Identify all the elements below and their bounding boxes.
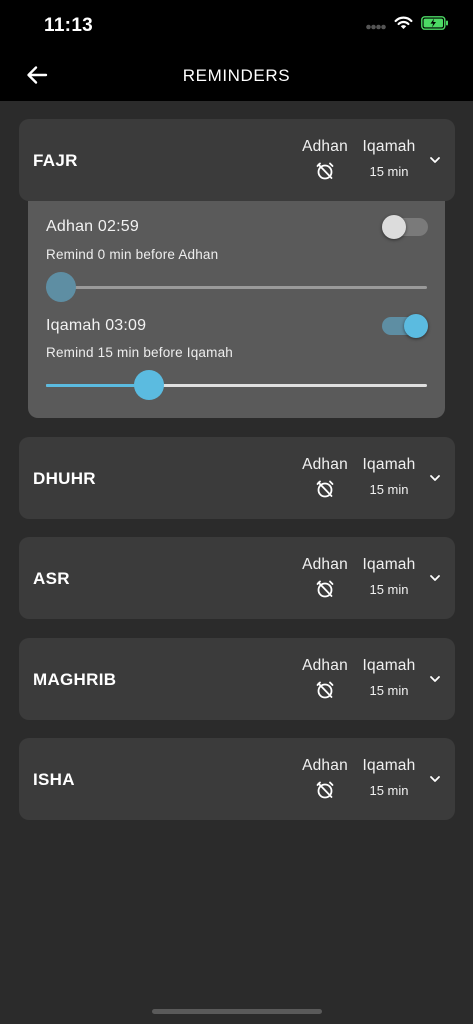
prayer-name: MAGHRIB <box>33 670 117 689</box>
fajr-reminder-panel: Adhan 02:59 Remind 0 min before Adhan Iq… <box>28 201 445 418</box>
adhan-reminder-slider[interactable] <box>46 272 427 304</box>
iqamah-reminder-slider[interactable] <box>46 370 427 402</box>
wifi-icon <box>394 16 413 35</box>
alarm-off-icon <box>315 579 335 604</box>
battery-icon <box>421 16 449 35</box>
prayer-card-dhuhr[interactable]: DHUHR Adhan Iqamah 15 min <box>19 437 455 519</box>
iqamah-offset: 15 min <box>369 482 409 497</box>
adhan-column: Adhan <box>298 456 352 504</box>
app-header: REMINDERS <box>0 52 473 101</box>
adhan-column: Adhan <box>298 556 352 604</box>
slider-thumb[interactable] <box>46 272 77 302</box>
adhan-column: Adhan <box>298 138 352 186</box>
iqamah-reminder-toggle[interactable] <box>382 314 428 338</box>
status-bar: 11:13 <box>0 0 473 52</box>
adhan-column: Adhan <box>298 757 352 805</box>
adhan-label: Adhan <box>302 138 348 155</box>
iqamah-offset: 15 min <box>369 164 409 179</box>
prayer-name: ASR <box>33 569 70 588</box>
iqamah-column: Iqamah 15 min <box>359 556 419 597</box>
signal-icon <box>366 17 386 35</box>
prayer-name: FAJR <box>33 151 78 170</box>
page-title: REMINDERS <box>182 66 291 85</box>
iqamah-offset: 15 min <box>369 582 409 597</box>
iqamah-offset: 15 min <box>369 683 409 698</box>
chevron-down-icon[interactable] <box>425 772 445 786</box>
prayer-card-isha[interactable]: ISHA Adhan Iqamah 15 min <box>19 738 455 820</box>
iqamah-label: Iqamah <box>362 456 416 473</box>
prayer-card-fajr[interactable]: FAJR Adhan Iqamah 15 min <box>19 119 455 201</box>
adhan-column: Adhan <box>298 657 352 705</box>
iqamah-label: Iqamah <box>362 138 416 155</box>
chevron-down-icon[interactable] <box>425 672 445 686</box>
adhan-reminder-title: Adhan 02:59 <box>46 218 139 235</box>
iqamah-column: Iqamah 15 min <box>359 757 419 798</box>
iqamah-column: Iqamah 15 min <box>359 657 419 698</box>
prayer-card-maghrib[interactable]: MAGHRIB Adhan Iqamah 15 min <box>19 638 455 720</box>
slider-rail <box>46 286 427 289</box>
iqamah-label: Iqamah <box>362 556 416 573</box>
adhan-reminder-subtitle: Remind 0 min before Adhan <box>46 247 219 262</box>
iqamah-offset: 15 min <box>369 783 409 798</box>
chevron-down-icon[interactable] <box>425 153 445 167</box>
iqamah-reminder-subtitle: Remind 15 min before Iqamah <box>46 345 233 360</box>
alarm-off-icon <box>315 161 335 186</box>
iqamah-reminder-title: Iqamah 03:09 <box>46 317 147 334</box>
chevron-down-icon[interactable] <box>425 571 445 585</box>
iqamah-column: Iqamah 15 min <box>359 138 419 179</box>
adhan-label: Adhan <box>302 556 348 573</box>
iqamah-label: Iqamah <box>362 757 416 774</box>
adhan-label: Adhan <box>302 657 348 674</box>
toggle-thumb <box>382 215 406 239</box>
status-time: 11:13 <box>44 15 94 36</box>
iqamah-label: Iqamah <box>362 657 416 674</box>
chevron-down-icon[interactable] <box>425 471 445 485</box>
alarm-off-icon <box>315 780 335 805</box>
prayer-name: ISHA <box>33 770 75 789</box>
alarm-off-icon <box>315 479 335 504</box>
iqamah-column: Iqamah 15 min <box>359 456 419 497</box>
status-icons <box>366 16 449 35</box>
adhan-reminder-toggle[interactable] <box>382 215 428 239</box>
prayer-name: DHUHR <box>33 469 96 488</box>
adhan-label: Adhan <box>302 757 348 774</box>
toggle-thumb <box>404 314 428 338</box>
adhan-label: Adhan <box>302 456 348 473</box>
home-indicator <box>152 1009 322 1014</box>
prayer-card-asr[interactable]: ASR Adhan Iqamah 15 min <box>19 537 455 619</box>
slider-thumb[interactable] <box>133 370 164 400</box>
alarm-off-icon <box>315 680 335 705</box>
